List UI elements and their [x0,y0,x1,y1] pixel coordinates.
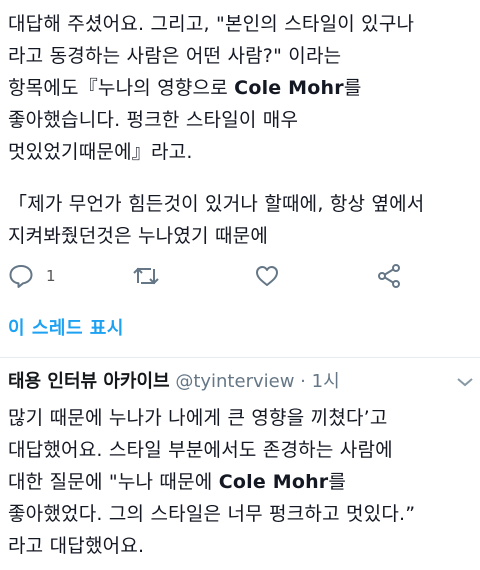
divider [0,357,480,358]
tweet-line: 라고 대답했어요. [8,535,145,557]
cut-off-header [112,0,222,4]
tweet-line: 좋아했습니다. 펑크한 스타일이 매우 [8,109,299,131]
retweet-icon [133,267,159,285]
tweet-text-segment: 항목에도『누나의 영향으로 [8,77,235,99]
retweet-button[interactable] [132,258,160,294]
tweet-line: 멋있었기때문에』라고. [8,141,193,163]
tweet-line: 대답했어요. 스타일 부분에서도 존경하는 사람에 [8,439,393,461]
tweet-actions: 1 [8,258,476,294]
tweet-text: 많기 때문에 누나가 나에게 큰 영향을 끼쳤다’고 대답했어요. 스타일 부분… [8,402,415,562]
author-name[interactable]: 태용 인터뷰 아카이브 [8,371,170,392]
chevron-down-icon [457,378,473,387]
like-icon [256,266,278,286]
separator: · [300,371,306,392]
tweet-text-segment: 를 [343,77,362,99]
tweet-line: 「제가 무언가 힘든것이 있거나 할때에, 항상 옆에서 [8,193,425,215]
timestamp[interactable]: 1시 [312,371,340,392]
tweet-line: 많기 때문에 누나가 나에게 큰 영향을 끼쳤다’고 [8,407,388,429]
tweet-menu-button[interactable] [456,374,474,393]
tweet-text-segment: 를 [328,471,347,493]
tweet-line: 대답해 주셨어요. 그리고, "본인의 스타일이 있구나 [8,13,415,35]
like-button[interactable] [254,258,280,294]
tweet-line: 대한 질문에 "누나 때문에 Cole Mohr를 [8,466,415,498]
bold-name: Cole Mohr [218,471,329,493]
tweet-line: 지켜봐줬던것은 누나였기 때문에 [8,225,268,247]
bold-name: Cole Mohr [234,77,344,99]
reply-button[interactable]: 1 [8,258,56,294]
reply-icon [9,265,33,288]
show-thread-link[interactable]: 이 스레드 표시 [8,314,124,340]
reply-count: 1 [46,267,56,285]
tweet-text-para2: 「제가 무언가 힘든것이 있거나 할때에, 항상 옆에서 지켜봐줬던것은 누나였… [8,188,424,252]
tweet-line: 좋아했었다. 그의 스타일은 너무 펑크하고 멋있다.” [8,503,416,525]
share-button[interactable] [376,258,402,294]
tweet-line: 항목에도『누나의 영향으로 Cole Mohr를 [8,72,414,104]
tweet-text-segment: 대한 질문에 "누나 때문에 [8,471,219,493]
tweet-line: 라고 동경하는 사람은 어떤 사람?" 이라는 [8,45,342,67]
tweet-header: 태용 인터뷰 아카이브 @tyinterview · 1시 [8,368,340,396]
tweet-text-para1: 대답해 주셨어요. 그리고, "본인의 스타일이 있구나 라고 동경하는 사람은… [8,8,414,168]
author-handle[interactable]: @tyinterview [175,371,294,392]
share-icon [378,264,400,288]
